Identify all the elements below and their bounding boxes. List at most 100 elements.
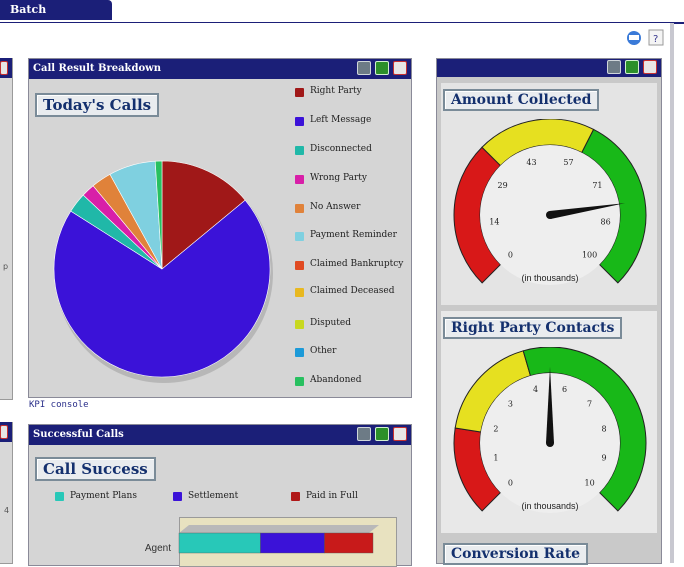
gauge-tick-label: 0 <box>508 479 513 488</box>
legend-swatch <box>295 288 304 297</box>
left-partial-text-2: 4 <box>4 506 10 515</box>
gauge-tick-label: 71 <box>592 181 602 190</box>
gauge-tick-label: 100 <box>582 251 597 260</box>
legend-item: Paid in Full <box>291 491 358 501</box>
pdf-icon[interactable] <box>393 427 407 441</box>
gauge-dial: 0 14 29 43 57 71 86 100 (in thousands) <box>453 119 647 285</box>
print-icon[interactable] <box>627 31 641 45</box>
legend-swatch <box>55 492 64 501</box>
left-partial-text: p <box>3 262 9 271</box>
excel-icon[interactable] <box>375 61 389 75</box>
legend-label: Claimed Deceased <box>310 286 395 296</box>
chart-title: Today's Calls <box>35 93 160 117</box>
legend-label: Claimed Bankruptcy <box>310 259 404 269</box>
left-panel-partial-2 <box>0 422 13 564</box>
gauge-tick-label: 9 <box>602 453 607 462</box>
legend-swatch <box>173 492 182 501</box>
gauge-title: Conversion Rate <box>443 543 589 565</box>
left-panel-partial <box>0 58 13 400</box>
legend-label: Payment Plans <box>70 491 137 501</box>
successful-calls-panel: Successful Calls Call Success Payment Pl… <box>28 424 412 567</box>
bar-segment <box>324 532 374 554</box>
legend-label: Settlement <box>188 491 239 501</box>
gauge-tick-label: 7 <box>587 399 592 408</box>
gauge-tick-label: 3 <box>508 399 513 408</box>
bar-axis-label: Agent <box>144 543 171 554</box>
panel-title: Call Result Breakdown <box>33 63 162 74</box>
panel-header: Successful Calls <box>29 425 411 445</box>
legend-swatch <box>295 204 304 213</box>
chart-title: Call Success <box>35 457 156 481</box>
svg-text:?: ? <box>653 34 658 45</box>
tab-batch-tracking[interactable]: Batch Tracking <box>0 0 112 36</box>
gauge-tick-label: 8 <box>602 425 607 434</box>
legend-item: Claimed Bankruptcy <box>295 260 407 270</box>
gauge-title: Right Party Contacts <box>443 317 623 339</box>
legend-item: Disputed <box>295 319 407 329</box>
gauge-tick-label: 10 <box>585 479 595 488</box>
legend-item: Payment Reminder <box>295 231 407 241</box>
legend-item: Settlement <box>173 491 238 501</box>
legend-swatch <box>291 492 300 501</box>
legend-swatch <box>295 320 304 329</box>
legend-swatch <box>295 377 304 386</box>
gauge-tick-label: 4 <box>533 385 538 394</box>
kpi-console-link[interactable]: KPI console <box>29 400 89 410</box>
gauge-tick-label: 43 <box>526 158 536 167</box>
legend-label: Abandoned <box>310 375 362 385</box>
panel-header <box>437 59 661 77</box>
legend-item: Claimed Deceased <box>295 287 407 297</box>
save-icon[interactable] <box>607 60 621 74</box>
toolbar-icons: ? <box>627 29 664 46</box>
legend-swatch <box>295 348 304 357</box>
stacked-bar <box>178 525 379 554</box>
legend-item: No Answer <box>295 203 407 213</box>
pdf-icon[interactable] <box>0 61 8 75</box>
gauge-tick-label: 29 <box>497 181 507 190</box>
gauge-amount-collected: Amount Collected 0 14 29 43 57 71 86 100 (in tho… <box>441 83 657 305</box>
save-icon[interactable] <box>357 427 371 441</box>
gauge-tick-label: 57 <box>563 158 573 167</box>
save-icon[interactable] <box>357 61 371 75</box>
gauge-unit-label: (in thousands) <box>521 273 578 283</box>
legend-label: Paid in Full <box>306 491 358 501</box>
legend-swatch <box>295 146 304 155</box>
legend-label: Left Message <box>310 115 372 125</box>
legend-item: Payment Plans <box>55 491 137 501</box>
pdf-icon[interactable] <box>0 425 8 439</box>
legend-item: Other <box>295 347 407 357</box>
gauge-title: Amount Collected <box>443 89 600 111</box>
legend-label: Wrong Party <box>310 173 368 183</box>
gauges-panel: Amount Collected 0 14 29 43 57 71 86 100 (in tho… <box>436 58 662 565</box>
gauge-right-party-contacts: Right Party Contacts 0 1 2 3 4 6 7 8 9 10 (in thou… <box>441 311 657 533</box>
legend-swatch <box>295 261 304 270</box>
gauge-tick-label: 6 <box>562 385 567 394</box>
bar-segment <box>260 532 325 554</box>
gauge-tick-label: 1 <box>493 453 498 462</box>
excel-icon[interactable] <box>375 427 389 441</box>
gauge-tick-label: 86 <box>601 217 611 226</box>
legend-label: Right Party <box>310 86 362 96</box>
legend-item: Disconnected <box>295 145 407 155</box>
pdf-icon[interactable] <box>643 60 657 74</box>
legend-swatch <box>295 175 304 184</box>
panel-header: Call Result Breakdown <box>29 59 411 79</box>
bar-segment <box>178 532 261 554</box>
pie-chart <box>53 160 273 383</box>
legend-item: Right Party <box>295 87 407 97</box>
panel-title: Successful Calls <box>33 429 124 440</box>
call-result-panel: Call Result Breakdown Today's Calls Righ… <box>28 58 412 398</box>
help-icon[interactable]: ? <box>648 29 664 46</box>
gauge-dial: 0 1 2 3 4 6 7 8 9 10 (in thousands) <box>453 347 647 513</box>
legend-swatch <box>295 88 304 97</box>
legend-swatch <box>295 117 304 126</box>
gauge-tick-label: 0 <box>508 251 513 260</box>
excel-icon[interactable] <box>625 60 639 74</box>
gauge-tick-label: 14 <box>489 217 499 226</box>
legend-label: Other <box>310 346 337 356</box>
gauge-tick-label: 2 <box>493 425 498 434</box>
legend-item: Wrong Party <box>295 174 407 184</box>
pdf-icon[interactable] <box>393 61 407 75</box>
legend-swatch <box>295 232 304 241</box>
gauge-unit-label: (in thousands) <box>521 501 578 511</box>
